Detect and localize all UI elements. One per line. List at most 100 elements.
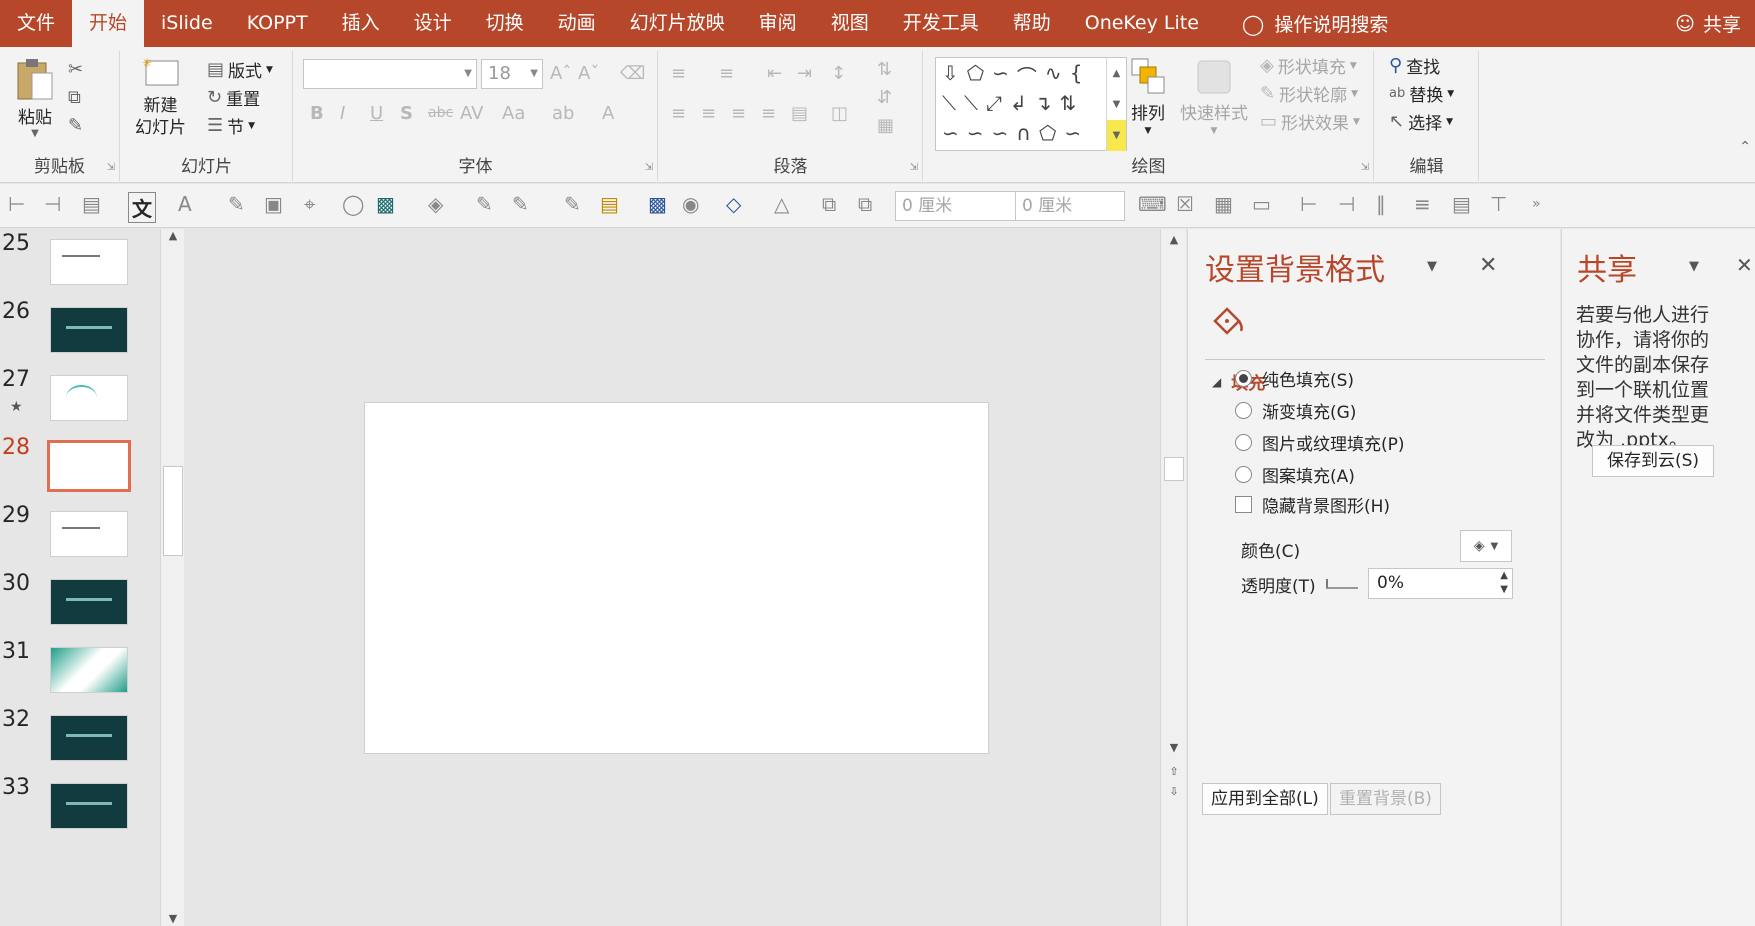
double-arrow-shape-icon[interactable]: ⤢ [986, 91, 1002, 115]
chart-icon[interactable]: ▩ [648, 192, 667, 216]
scribble-icon[interactable]: ∽ [1064, 121, 1081, 145]
bold-icon[interactable]: B [310, 103, 324, 124]
text-box-icon[interactable]: ▤ [82, 192, 101, 216]
picker-icon[interactable]: ✎ [476, 192, 493, 216]
arrow-down-shape-icon[interactable]: ⇩ [942, 61, 959, 90]
underline-icon[interactable]: U [370, 103, 383, 124]
tab-developer[interactable]: 开发工具 [886, 0, 996, 47]
color-fill-icon[interactable]: ▩ [376, 192, 395, 216]
cut-icon[interactable]: ✂ [68, 59, 83, 80]
bullets-icon[interactable]: ≡ [671, 63, 686, 84]
solid-fill-radio[interactable]: 纯色填充(S) [1235, 366, 1354, 391]
clear-format-icon[interactable]: ⌫ [620, 63, 645, 84]
reset-background-button[interactable]: 重置背景(B) [1330, 783, 1441, 815]
drawing-launcher-icon[interactable]: ⇲ [1361, 162, 1369, 173]
freeform-icon[interactable]: ⬠ [1039, 121, 1056, 145]
scribble-shape-icon[interactable]: ∽ [992, 61, 1009, 90]
save-to-cloud-button[interactable]: 保存到云(S) [1592, 445, 1714, 477]
tab-slideshow[interactable]: 幻灯片放映 [613, 0, 742, 47]
text-tool-icon[interactable]: 文 [128, 192, 156, 223]
paste-button[interactable]: 粘贴 ▼ [14, 55, 56, 139]
new-slide-button[interactable]: ✳ 新建 幻灯片 [135, 55, 186, 139]
slide-thumbnail[interactable] [50, 783, 128, 829]
arrange-button[interactable]: 排列 ▼ [1130, 57, 1166, 136]
scroll-down-icon[interactable]: ▼ [161, 912, 185, 925]
section-button[interactable]: ☰ 节 ▼ [207, 113, 255, 138]
numbering-icon[interactable]: ≡ [719, 63, 734, 84]
tab-animations[interactable]: 动画 [541, 0, 613, 47]
fill-bucket-icon[interactable] [1207, 303, 1247, 339]
font-launcher-icon[interactable]: ⇲ [645, 162, 653, 173]
justify-icon[interactable]: ≡ [761, 103, 776, 124]
copy-icon[interactable]: ⧉ [68, 87, 81, 108]
shadow-icon[interactable]: S [400, 103, 413, 124]
paragraph-launcher-icon[interactable]: ⇲ [910, 162, 918, 173]
close-icon[interactable]: ✕ [1479, 253, 1497, 278]
distribute-h-icon[interactable]: ∥ [1376, 192, 1386, 216]
line-shape-icon[interactable]: ⟍ [942, 91, 956, 115]
tab-home[interactable]: 开始 [72, 0, 145, 47]
gallery-down-arrow-icon[interactable]: ▼ [1106, 89, 1126, 120]
layout-button[interactable]: ▤ 版式 ▼ [207, 57, 273, 82]
tab-design[interactable]: 设计 [397, 0, 469, 47]
tab-insert[interactable]: 插入 [325, 0, 397, 47]
increase-indent-icon[interactable]: ⇥ [797, 63, 812, 84]
share-close-icon[interactable]: ✕ [1736, 253, 1753, 277]
slide-thumbnail[interactable] [50, 715, 128, 761]
arc-shape-icon[interactable]: ⌒ [1017, 61, 1037, 90]
smartart-icon[interactable]: ▦ [877, 115, 894, 136]
scroll-up-icon[interactable]: ▲ [161, 229, 185, 242]
decrease-font-icon[interactable]: Aˇ [578, 63, 599, 84]
apply-to-all-button[interactable]: 应用到全部(L) [1202, 783, 1328, 815]
tab-file[interactable]: 文件 [0, 0, 72, 47]
columns-icon[interactable]: ◫ [831, 103, 848, 124]
shape-effects-button[interactable]: ▭ 形状效果 ▼ [1260, 109, 1360, 134]
pane-options-icon[interactable]: ▼ [1427, 259, 1437, 274]
reset-button[interactable]: ↻ 重置 [207, 85, 260, 110]
gradient-fill-radio[interactable]: 渐变填充(G) [1235, 398, 1356, 423]
brush-icon[interactable]: ✎ [564, 192, 581, 216]
tab-koppt[interactable]: KOPPT [230, 0, 325, 47]
elbow-arrow-icon[interactable]: ↴ [1035, 91, 1052, 115]
curved-connector-icon[interactable]: ∽ [942, 121, 959, 145]
shape-gallery[interactable]: ⇩ ⬠ ∽ ⌒ ∿ { ⟍ ⟍ ⤢ ↲ ↴ ⇅ ∽ ∽ ∽ ∩ ⬠ ∽ ▲ ▼ … [935, 57, 1127, 151]
tab-help[interactable]: 帮助 [996, 0, 1068, 47]
delete-box-icon[interactable]: ☒ [1176, 192, 1194, 216]
overflow-chevron-icon[interactable]: » [1532, 196, 1541, 212]
line-spacing-icon[interactable]: ↕ [831, 63, 846, 84]
table-icon[interactable]: ▦ [1214, 192, 1233, 216]
clipboard-launcher-icon[interactable]: ⇲ [107, 162, 115, 173]
merge-shapes-icon[interactable]: ◉ [682, 192, 699, 216]
gallery-more-icon[interactable]: ▼ [1106, 120, 1126, 151]
transparency-spinner[interactable]: ▲ ▼ [1500, 569, 1508, 597]
group-icon[interactable]: ⧉ [822, 192, 836, 216]
line-arrow-shape-icon[interactable]: ⟍ [964, 91, 978, 115]
thumbnail-scrollbar[interactable]: ▲ ▼ [160, 229, 184, 926]
align-left-obj-icon[interactable]: ⊢ [1300, 192, 1317, 216]
align-center-icon[interactable]: ≡ [701, 103, 716, 124]
find-button[interactable]: ⚲ 查找 [1389, 53, 1440, 78]
shape-outline-button[interactable]: ✎ 形状轮廓 ▼ [1260, 81, 1358, 106]
font-name-combo[interactable]: ▼ [303, 59, 477, 89]
align-right-obj-icon[interactable]: ⊣ [1338, 192, 1355, 216]
tab-transitions[interactable]: 切换 [469, 0, 541, 47]
curved-double-arrow-icon[interactable]: ∽ [992, 121, 1009, 145]
font-color-icon[interactable]: A [602, 103, 614, 124]
slide-canvas[interactable] [364, 402, 989, 754]
align-text-icon[interactable]: ⇵ [877, 87, 892, 108]
font-size-combo[interactable]: 18 ▼ [481, 59, 543, 89]
flip-icon[interactable]: △ [774, 192, 789, 216]
editor-scroll-up-icon[interactable]: ▲ [1161, 233, 1187, 246]
pattern-fill-radio[interactable]: 图案填充(A) [1235, 462, 1355, 487]
curve-icon[interactable]: ∩ [1016, 121, 1031, 145]
elbow-connector-icon[interactable]: ↲ [1010, 91, 1027, 115]
hide-background-graphics-checkbox[interactable]: 隐藏背景图形(H) [1235, 492, 1390, 517]
tab-review[interactable]: 审阅 [742, 0, 814, 47]
transparency-input[interactable]: 0% ▲ ▼ [1368, 568, 1513, 599]
editor-scrollbar-thumb[interactable] [1164, 457, 1184, 481]
replace-button[interactable]: ab 替换 ▼ [1389, 81, 1454, 106]
slide-thumbnail[interactable] [50, 647, 128, 693]
outline-pencil-icon[interactable]: ✎ [512, 192, 529, 216]
char-spacing-icon[interactable]: AV [460, 103, 483, 124]
distribute-v-icon[interactable]: ≡ [1414, 192, 1431, 216]
